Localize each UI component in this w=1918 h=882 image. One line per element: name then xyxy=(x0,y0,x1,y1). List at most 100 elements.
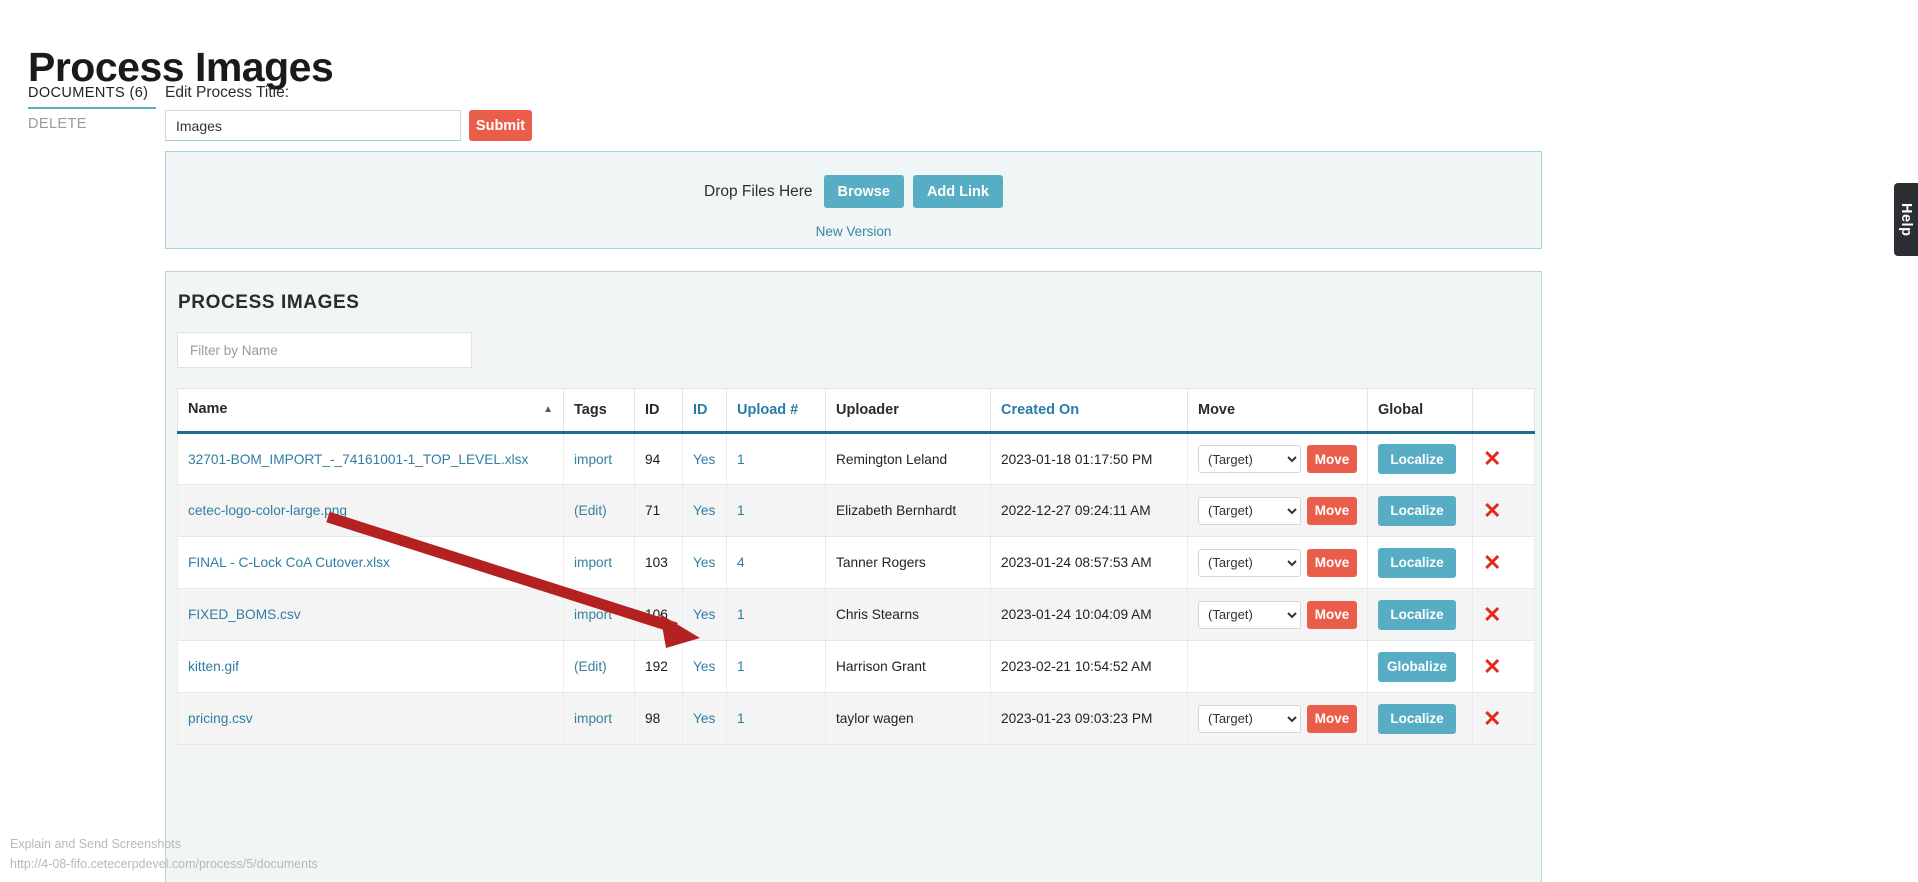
upload-count-link[interactable]: 1 xyxy=(737,503,745,518)
sort-ascending-icon: ▲ xyxy=(543,401,553,419)
cell-document-name: FIXED_BOMS.csv xyxy=(178,589,564,641)
document-name-link[interactable]: 32701-BOM_IMPORT_-_74161001-1_TOP_LEVEL.… xyxy=(188,452,528,467)
id-value: 71 xyxy=(645,503,660,518)
id-yes-link[interactable]: Yes xyxy=(693,711,715,726)
upload-count-link[interactable]: 1 xyxy=(737,659,745,674)
delete-row-icon[interactable]: ✕ xyxy=(1483,604,1501,626)
uploader-name: Chris Stearns xyxy=(836,607,919,622)
cell-global: Localize xyxy=(1368,589,1473,641)
column-header-tags[interactable]: Tags xyxy=(564,389,635,433)
browse-button[interactable]: Browse xyxy=(824,175,904,208)
move-button[interactable]: Move xyxy=(1307,705,1357,733)
cell-document-name: pricing.csv xyxy=(178,693,564,745)
help-tab[interactable]: Help xyxy=(1894,183,1918,256)
upload-count-link[interactable]: 1 xyxy=(737,607,745,622)
cell-move: (Target)Move xyxy=(1188,589,1368,641)
cell-upload-count: 4 xyxy=(727,537,826,589)
id-yes-link[interactable]: Yes xyxy=(693,659,715,674)
cell-document-name: 32701-BOM_IMPORT_-_74161001-1_TOP_LEVEL.… xyxy=(178,433,564,485)
move-button[interactable]: Move xyxy=(1307,549,1357,577)
column-header-id-label: ID xyxy=(645,402,660,418)
document-name-link[interactable]: kitten.gif xyxy=(188,659,239,674)
cell-created-on: 2023-01-23 09:03:23 PM xyxy=(991,693,1188,745)
delete-row-icon[interactable]: ✕ xyxy=(1483,708,1501,730)
move-target-select[interactable]: (Target) xyxy=(1198,549,1301,577)
cell-upload-count: 1 xyxy=(727,485,826,537)
column-header-name[interactable]: Name ▲ xyxy=(178,389,564,433)
cell-tags: import xyxy=(564,693,635,745)
cell-uploader: Chris Stearns xyxy=(826,589,991,641)
cell-move: (Target)Move xyxy=(1188,693,1368,745)
column-header-upload-count[interactable]: Upload # xyxy=(727,389,826,433)
document-name-link[interactable]: cetec-logo-color-large.png xyxy=(188,503,347,518)
upload-count-link[interactable]: 1 xyxy=(737,452,745,467)
localize-button[interactable]: Localize xyxy=(1378,548,1456,578)
delete-row-icon[interactable]: ✕ xyxy=(1483,552,1501,574)
cell-uploader: Harrison Grant xyxy=(826,641,991,693)
id-value: 106 xyxy=(645,607,668,622)
column-header-created-on[interactable]: Created On xyxy=(991,389,1188,433)
sidebar-item-delete[interactable]: DELETE xyxy=(28,109,156,138)
id-yes-link[interactable]: Yes xyxy=(693,555,715,570)
upload-count-link[interactable]: 1 xyxy=(737,711,745,726)
delete-row-icon[interactable]: ✕ xyxy=(1483,448,1501,470)
move-target-select[interactable]: (Target) xyxy=(1198,705,1301,733)
document-name-link[interactable]: FINAL - C-Lock CoA Cutover.xlsx xyxy=(188,555,390,570)
tags-link[interactable]: (Edit) xyxy=(574,659,607,674)
add-link-button[interactable]: Add Link xyxy=(913,175,1003,208)
column-header-id-link[interactable]: ID xyxy=(683,389,727,433)
move-target-select[interactable]: (Target) xyxy=(1198,601,1301,629)
id-yes-link[interactable]: Yes xyxy=(693,607,715,622)
tags-link[interactable]: import xyxy=(574,607,612,622)
upload-count-link[interactable]: 4 xyxy=(737,555,745,570)
column-header-created-on-label: Created On xyxy=(1001,402,1079,418)
cell-id-link: Yes xyxy=(683,693,727,745)
cell-uploader: Remington Leland xyxy=(826,433,991,485)
cell-document-name: cetec-logo-color-large.png xyxy=(178,485,564,537)
document-name-link[interactable]: FIXED_BOMS.csv xyxy=(188,607,301,622)
tags-link[interactable]: import xyxy=(574,711,612,726)
cell-tags: import xyxy=(564,433,635,485)
move-button[interactable]: Move xyxy=(1307,601,1357,629)
column-header-upload-count-label: Upload # xyxy=(737,402,798,418)
cell-global: Localize xyxy=(1368,433,1473,485)
new-version-link[interactable]: New Version xyxy=(166,224,1541,239)
filter-by-name-input[interactable] xyxy=(177,332,472,368)
cell-upload-count: 1 xyxy=(727,433,826,485)
globalize-button[interactable]: Globalize xyxy=(1378,652,1456,682)
tags-link[interactable]: import xyxy=(574,555,612,570)
localize-button[interactable]: Localize xyxy=(1378,704,1456,734)
localize-button[interactable]: Localize xyxy=(1378,496,1456,526)
move-button[interactable]: Move xyxy=(1307,445,1357,473)
move-target-select[interactable]: (Target) xyxy=(1198,445,1301,473)
tags-link[interactable]: import xyxy=(574,452,612,467)
table-header: Name ▲ Tags ID ID Upload # Uploader Crea… xyxy=(178,389,1535,433)
id-yes-link[interactable]: Yes xyxy=(693,503,715,518)
cell-id: 106 xyxy=(635,589,683,641)
move-target-select[interactable]: (Target) xyxy=(1198,497,1301,525)
move-button[interactable]: Move xyxy=(1307,497,1357,525)
process-title-input[interactable] xyxy=(165,110,461,141)
localize-button[interactable]: Localize xyxy=(1378,600,1456,630)
id-yes-link[interactable]: Yes xyxy=(693,452,715,467)
cell-tags: (Edit) xyxy=(564,485,635,537)
sidebar-item-documents[interactable]: DOCUMENTS (6) xyxy=(28,82,156,109)
delete-row-icon[interactable]: ✕ xyxy=(1483,656,1501,678)
uploader-name: Harrison Grant xyxy=(836,659,926,674)
table-row: cetec-logo-color-large.png(Edit)71Yes1El… xyxy=(178,485,1535,537)
drop-files-here-label: Drop Files Here xyxy=(704,183,813,201)
submit-button[interactable]: Submit xyxy=(469,110,532,141)
delete-row-icon[interactable]: ✕ xyxy=(1483,500,1501,522)
cell-id-link: Yes xyxy=(683,433,727,485)
file-dropzone[interactable]: Drop Files Here Browse Add Link New Vers… xyxy=(165,151,1542,249)
cell-delete: ✕ xyxy=(1473,589,1535,641)
localize-button[interactable]: Localize xyxy=(1378,444,1456,474)
document-name-link[interactable]: pricing.csv xyxy=(188,711,253,726)
column-header-id[interactable]: ID xyxy=(635,389,683,433)
tags-link[interactable]: (Edit) xyxy=(574,503,607,518)
panel-title: PROCESS IMAGES xyxy=(177,288,1530,314)
documents-table: Name ▲ Tags ID ID Upload # Uploader Crea… xyxy=(177,388,1535,745)
created-on-value: 2022-12-27 09:24:11 AM xyxy=(1001,503,1151,518)
column-header-uploader[interactable]: Uploader xyxy=(826,389,991,433)
cell-move: (Target)Move xyxy=(1188,433,1368,485)
